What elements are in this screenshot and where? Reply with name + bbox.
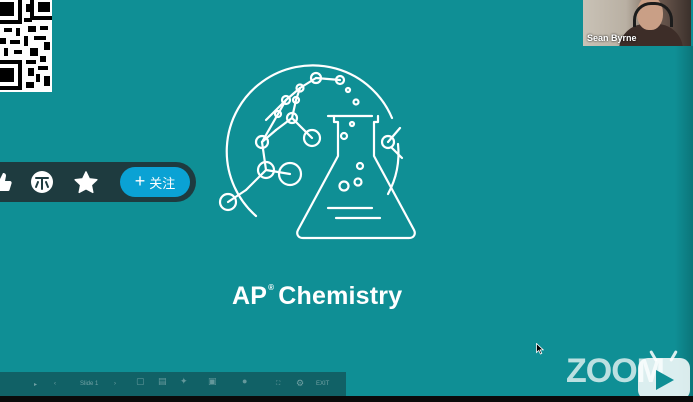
fullscreen-icon[interactable]: ⛶ xyxy=(276,381,280,388)
next-icon[interactable]: › xyxy=(114,381,116,387)
plus-icon: + xyxy=(134,171,146,191)
gear-icon[interactable]: ⚙ xyxy=(296,378,304,389)
mouse-cursor-icon xyxy=(536,342,545,360)
qr-code xyxy=(0,0,52,92)
bottom-strip xyxy=(0,396,693,402)
presentation-screen: Sean Byrne + 关注 AP® Chemistry ▸ ‹ Slide … xyxy=(0,0,693,402)
slide-indicator: Slide 1 xyxy=(80,381,99,387)
pointer-icon[interactable]: ✦ xyxy=(180,376,188,386)
bilibili-tv-icon xyxy=(638,350,690,400)
coin-icon[interactable] xyxy=(30,170,54,194)
registered-mark: ® xyxy=(268,283,275,292)
follow-bar: + 关注 xyxy=(0,162,196,202)
thumbs-up-icon[interactable] xyxy=(0,170,14,194)
star-icon[interactable] xyxy=(74,170,98,194)
slide-title: AP® Chemistry xyxy=(232,282,418,311)
title-ap: AP xyxy=(232,282,268,310)
previous-icon[interactable]: ‹ xyxy=(54,381,56,387)
presenter-toolbar: ▸ ‹ Slide 1 › ▢ ▤ ✦ ▣ ● ⛶ ⚙ EXIT xyxy=(0,372,346,396)
chemistry-logo xyxy=(216,62,416,257)
captions-icon[interactable]: ▣ xyxy=(208,376,217,386)
exit-button[interactable]: EXIT xyxy=(316,381,329,387)
help-icon[interactable]: ● xyxy=(242,376,247,386)
notes-icon[interactable]: ▤ xyxy=(158,376,167,386)
follow-button[interactable]: + 关注 xyxy=(120,167,190,197)
qa-icon[interactable]: ▢ xyxy=(136,376,145,386)
title-subject: Chemistry xyxy=(278,282,403,310)
edge-shadow xyxy=(675,46,693,402)
headset-icon xyxy=(633,2,673,27)
participant-name: Sean Byrne xyxy=(587,33,637,43)
follow-label: 关注 xyxy=(149,175,176,191)
webcam-tile[interactable]: Sean Byrne xyxy=(583,0,691,46)
play-icon[interactable]: ▸ xyxy=(34,381,37,388)
